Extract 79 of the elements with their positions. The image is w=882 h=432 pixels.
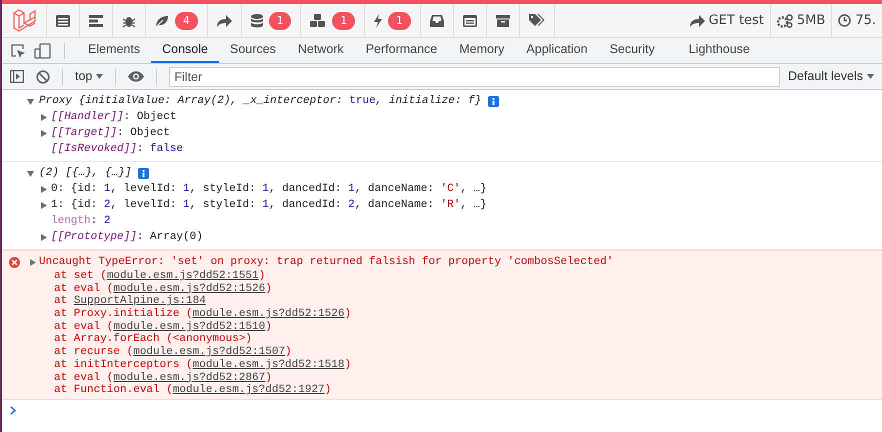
expand-arrow-icon[interactable]: [29, 258, 36, 266]
source-link[interactable]: module.esm.js?dd52:1551: [106, 270, 259, 282]
expand-arrow-icon[interactable]: [40, 114, 47, 120]
logo-icon: [11, 8, 37, 34]
source-link[interactable]: module.esm.js?dd52:1526: [192, 308, 344, 320]
curved-arrow-icon: [216, 14, 232, 26]
devtools-tab[interactable]: Application: [515, 38, 599, 63]
property-line: 0: {id: 1, levelId: 1, styleId: 1, dancedId: 1, danceName: 'C', …}: [51, 182, 487, 197]
tags-icon: [528, 14, 544, 27]
count-badge: 1: [388, 12, 410, 30]
property-line: [[Prototype]]: Array(0): [51, 230, 203, 245]
stack-frame: at eval (module.esm.js?dd52:1526): [54, 282, 272, 295]
source-link[interactable]: module.esm.js?dd52:1927: [172, 384, 325, 396]
object-preview: Proxy {initialValue: Array(2), _x_interceptor: true, initialize: f}: [39, 94, 482, 109]
devtools-tab[interactable]: Network: [286, 38, 355, 63]
devtools-tab[interactable]: Security: [598, 38, 666, 63]
debugbar-indicator[interactable]: 5MB: [770, 4, 832, 37]
property-line: [[Target]]: Object: [51, 126, 170, 141]
source-link[interactable]: module.esm.js?dd52:1510: [113, 320, 266, 333]
property-line: length: 2: [51, 214, 110, 229]
stack-frame: at Proxy.initialize (module.esm.js?dd52:1526): [54, 308, 352, 320]
archive-icon: [496, 14, 510, 26]
caret-icon: [96, 74, 104, 79]
gears-icon: [776, 14, 793, 28]
stack-frame: at set (module.esm.js?dd52:1551): [54, 270, 266, 282]
filter-field[interactable]: Filter: [169, 66, 780, 86]
count-badge: 1: [268, 12, 292, 30]
stack-frame: at SupportAlpine.js:184: [54, 295, 206, 308]
collapse-arrow-icon[interactable]: [27, 170, 34, 176]
inspect-button[interactable]: [10, 42, 26, 58]
debugbar-indicator[interactable]: 75.: [831, 4, 882, 37]
property-line: 1: {id: 2, levelId: 1, styleId: 1, dancedId: 2, danceName: 'R', …}: [51, 198, 487, 213]
window-icon: [462, 14, 476, 26]
clock-icon: [838, 14, 852, 27]
devtools-tab[interactable]: Performance: [354, 38, 448, 63]
expand-arrow-icon[interactable]: [40, 234, 47, 240]
collapse-arrow-icon[interactable]: [27, 98, 34, 104]
caret-icon: [867, 74, 874, 79]
devtools-tab[interactable]: Lighthouse: [678, 38, 761, 63]
error-icon: [9, 256, 20, 268]
property-line: [[IsRevoked]]: false: [51, 142, 184, 157]
database-icon: [250, 14, 263, 28]
expand-arrow-icon[interactable]: [40, 202, 47, 208]
bars-icon: [89, 14, 103, 26]
object-preview: (2) [{…}, {…}]: [39, 166, 132, 181]
expand-arrow-icon[interactable]: [40, 186, 47, 192]
eye-button[interactable]: [128, 71, 144, 82]
sidebar-toggle-button[interactable]: [10, 70, 24, 83]
source-link[interactable]: SupportAlpine.js:184: [74, 295, 206, 308]
clear-console-button[interactable]: [36, 70, 50, 84]
stack-frame: at eval (module.esm.js?dd52:1510): [54, 320, 272, 333]
count-badge: 4: [175, 12, 198, 30]
devtools-tab[interactable]: Memory: [448, 38, 516, 63]
error-message: Uncaught TypeError: 'set' on proxy: trap returned falsish for property 'combosSelected': [39, 254, 614, 270]
source-link[interactable]: module.esm.js?dd52:2867: [113, 372, 266, 384]
stack-frame: at recurse (module.esm.js?dd52:1507): [54, 346, 292, 358]
curved-arrow-icon: [690, 14, 705, 26]
stack-frame: at initInterceptors (module.esm.js?dd52:1518): [54, 358, 352, 371]
source-link[interactable]: module.esm.js?dd52:1526: [113, 282, 266, 295]
context-dropdown[interactable]: top: [75, 67, 104, 86]
expand-arrow-icon[interactable]: [40, 130, 47, 136]
prompt-icon: [10, 406, 16, 416]
count-badge: 1: [332, 12, 355, 30]
stack-frame: at Array.forEach (<anonymous>): [54, 333, 252, 346]
stack-frame: at eval (module.esm.js?dd52:2867): [54, 372, 272, 384]
inbox-icon: [430, 14, 444, 26]
stack-frame: at Function.eval (module.esm.js?dd52:1927): [54, 384, 332, 396]
device-toggle-button[interactable]: [34, 42, 52, 58]
bolt-icon: [374, 14, 382, 28]
source-link[interactable]: module.esm.js?dd52:1518: [192, 358, 344, 371]
property-line: [[Handler]]: Object: [51, 110, 176, 125]
debugbar-indicator[interactable]: GET test: [684, 4, 770, 37]
devtools-tab[interactable]: Sources: [218, 38, 287, 63]
list-icon: [56, 14, 70, 26]
source-link[interactable]: module.esm.js?dd52:1507: [133, 346, 286, 358]
devtools-tab[interactable]: Elements: [77, 38, 152, 63]
cubes-icon: [310, 14, 326, 28]
levels-dropdown[interactable]: Default levels: [788, 67, 874, 86]
leaf-icon: [155, 14, 169, 26]
